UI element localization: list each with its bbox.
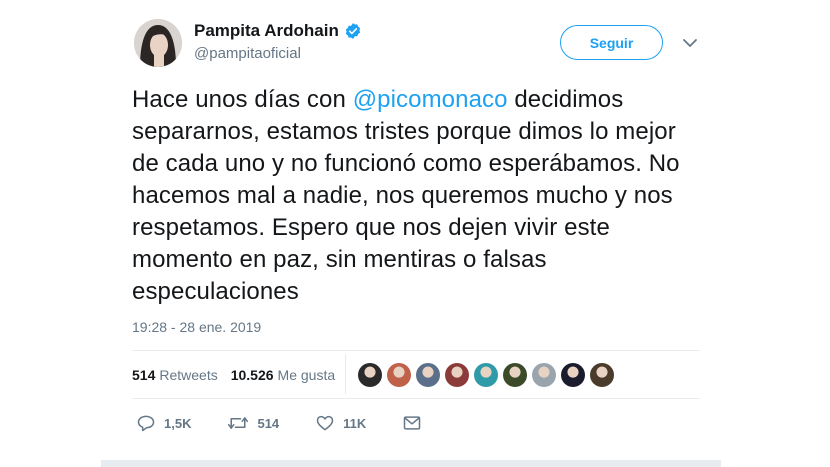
user-handle[interactable]: @pampitaoficial bbox=[194, 45, 301, 62]
tweet-text-rest: decidimos separarnos, estamos tristes po… bbox=[132, 86, 680, 305]
verified-badge-icon bbox=[344, 22, 362, 40]
retweet-icon bbox=[228, 417, 249, 429]
mention-link[interactable]: @picomonaco bbox=[353, 86, 508, 113]
likes-count[interactable]: 10.526 bbox=[231, 367, 274, 383]
reply-count: 1,5K bbox=[164, 415, 192, 431]
divider-bottom bbox=[132, 398, 700, 399]
liker-avatar[interactable] bbox=[590, 363, 614, 387]
liker-avatar[interactable] bbox=[445, 363, 469, 387]
tweet-card: Pampita Ardohain @pampitaoficial Seguir … bbox=[101, 0, 721, 467]
liker-avatars bbox=[358, 363, 619, 387]
chevron-down-icon[interactable] bbox=[682, 36, 698, 48]
message-icon bbox=[404, 416, 421, 430]
action-bar: 1,5K 514 11K bbox=[136, 412, 422, 434]
like-button[interactable]: 11K bbox=[315, 413, 366, 433]
tweet-text: Hace unos días con @picomonaco decidimos… bbox=[132, 84, 707, 308]
page: Pampita Ardohain @pampitaoficial Seguir … bbox=[0, 0, 830, 467]
name-row: Pampita Ardohain bbox=[194, 20, 362, 42]
tweet-timestamp[interactable]: 19:28 - 28 ene. 2019 bbox=[132, 319, 261, 335]
direct-message-button[interactable] bbox=[402, 414, 422, 432]
engagement-stats: 514 Retweets 10.526 Me gusta bbox=[132, 360, 335, 390]
retweet-button[interactable]: 514 bbox=[227, 413, 279, 433]
like-count: 11K bbox=[343, 415, 367, 431]
likes-label[interactable]: Me gusta bbox=[278, 367, 336, 383]
tweet-text-start: Hace unos días con bbox=[132, 86, 353, 113]
follow-button[interactable]: Seguir bbox=[560, 25, 663, 60]
heart-icon bbox=[316, 415, 334, 431]
liker-avatar[interactable] bbox=[474, 363, 498, 387]
liker-avatar[interactable] bbox=[532, 363, 556, 387]
liker-avatar[interactable] bbox=[358, 363, 382, 387]
divider-top bbox=[132, 350, 700, 351]
stats-separator bbox=[345, 354, 346, 394]
liker-avatar[interactable] bbox=[387, 363, 411, 387]
card-bottom-border bbox=[101, 460, 721, 467]
avatar[interactable] bbox=[134, 19, 182, 67]
liker-avatar[interactable] bbox=[416, 363, 440, 387]
avatar-image bbox=[134, 19, 182, 67]
retweets-count[interactable]: 514 bbox=[132, 367, 155, 383]
liker-avatar[interactable] bbox=[561, 363, 585, 387]
reply-button[interactable]: 1,5K bbox=[136, 413, 191, 433]
retweet-count: 514 bbox=[257, 415, 280, 431]
display-name[interactable]: Pampita Ardohain bbox=[194, 21, 339, 41]
retweets-label[interactable]: Retweets bbox=[159, 367, 217, 383]
liker-avatar[interactable] bbox=[503, 363, 527, 387]
reply-icon bbox=[137, 415, 155, 432]
